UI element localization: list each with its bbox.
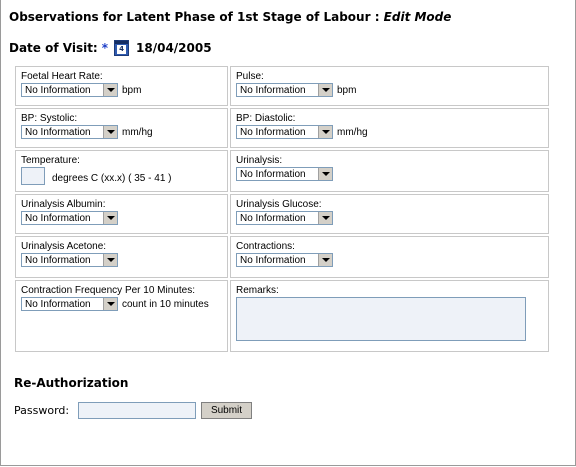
contractions-label: Contractions: [236,241,295,252]
cell-urinalysis-albumin: Urinalysis Albumin: No Information [15,194,228,234]
pulse-select[interactable]: No Information [236,83,333,97]
pulse-label: Pulse: [236,71,264,82]
chevron-down-icon[interactable] [318,254,332,266]
bp-diastolic-select[interactable]: No Information [236,125,333,139]
cell-contractions: Contractions: No Information [230,236,549,278]
urinalysis-acetone-select[interactable]: No Information [21,253,118,267]
foetal-heart-rate-unit: bpm [122,85,142,96]
temperature-input[interactable] [21,167,45,185]
foetal-heart-rate-label: Foetal Heart Rate: [21,71,103,82]
chevron-down-icon[interactable] [318,212,332,224]
remarks-textarea[interactable] [236,297,526,341]
title-mode: Edit Mode [383,10,452,24]
cell-pulse: Pulse: No Information bpm [230,66,549,106]
chevron-down-icon[interactable] [103,298,117,310]
chevron-down-icon[interactable] [103,126,117,138]
urinalysis-label: Urinalysis: [236,155,283,166]
urinalysis-glucose-select[interactable]: No Information [236,211,333,225]
cell-temperature: Temperature: degrees C (xx.x) ( 35 - 41 … [15,150,228,192]
contraction-frequency-select[interactable]: No Information [21,297,118,311]
visit-date-label: Date of Visit: [9,41,98,55]
cell-urinalysis-acetone: Urinalysis Acetone: No Information [15,236,228,278]
bp-systolic-label: BP: Systolic: [21,113,78,124]
remarks-label: Remarks: [236,285,279,296]
urinalysis-albumin-select[interactable]: No Information [21,211,118,225]
temperature-label: Temperature: [21,155,80,166]
title-main: Observations for Latent Phase of 1st Sta… [9,10,384,24]
cell-bp-systolic: BP: Systolic: No Information mm/hg [15,108,228,148]
submit-button[interactable]: Submit [201,402,252,419]
urinalysis-glucose-label: Urinalysis Glucose: [236,199,322,210]
chevron-down-icon[interactable] [103,212,117,224]
cell-urinalysis-glucose: Urinalysis Glucose: No Information [230,194,549,234]
cell-urinalysis: Urinalysis: No Information [230,150,549,192]
urinalysis-acetone-label: Urinalysis Acetone: [21,241,107,252]
urinalysis-select[interactable]: No Information [236,167,333,181]
urinalysis-albumin-label: Urinalysis Albumin: [21,199,106,210]
contraction-frequency-unit: count in 10 minutes [122,299,209,310]
visit-date-value: 18/04/2005 [136,41,212,55]
password-input[interactable] [78,402,196,419]
visit-date-row: Date of Visit: * 4 18/04/2005 [9,40,212,56]
chevron-down-icon[interactable] [318,126,332,138]
cell-remarks: Remarks: [230,280,549,352]
password-label: Password: [14,404,70,417]
bp-diastolic-label: BP: Diastolic: [236,113,296,124]
cell-foetal-heart-rate: Foetal Heart Rate: No Information bpm [15,66,228,106]
calendar-icon[interactable]: 4 [114,40,130,56]
chevron-down-icon[interactable] [318,84,332,96]
chevron-down-icon[interactable] [318,168,332,180]
required-marker: * [101,41,109,55]
page-title: Observations for Latent Phase of 1st Sta… [9,10,451,24]
chevron-down-icon[interactable] [103,84,117,96]
cell-bp-diastolic: BP: Diastolic: No Information mm/hg [230,108,549,148]
contraction-frequency-label: Contraction Frequency Per 10 Minutes: [21,285,195,296]
contractions-select[interactable]: No Information [236,253,333,267]
reauth-title: Re-Authorization [14,376,129,390]
bp-systolic-unit: mm/hg [122,127,153,138]
bp-diastolic-unit: mm/hg [337,127,368,138]
bp-systolic-select[interactable]: No Information [21,125,118,139]
temperature-unit: degrees C (xx.x) ( 35 - 41 ) [52,173,172,184]
chevron-down-icon[interactable] [103,254,117,266]
pulse-unit: bpm [337,85,357,96]
cell-contraction-frequency: Contraction Frequency Per 10 Minutes: No… [15,280,228,352]
foetal-heart-rate-select[interactable]: No Information [21,83,118,97]
